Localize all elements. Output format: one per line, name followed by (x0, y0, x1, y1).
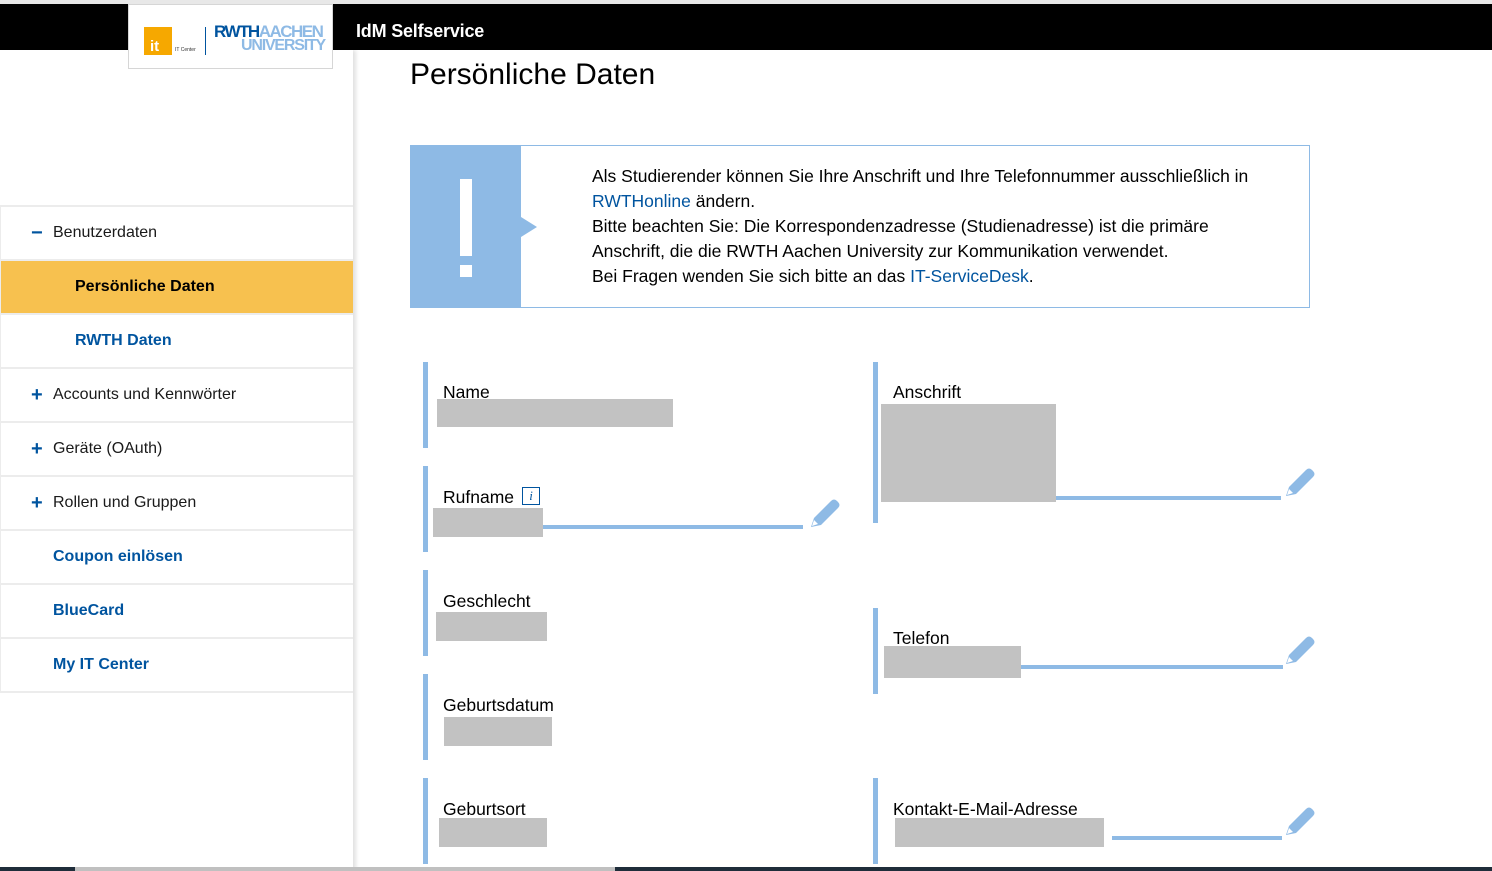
field-value-redacted (444, 717, 552, 746)
info-icon[interactable]: i (522, 487, 541, 505)
field-value-redacted (433, 508, 543, 537)
sidebar-item-accounts-kennwoerter[interactable]: + Accounts und Kennwörter (0, 369, 353, 423)
sidebar-item-rwth-daten[interactable]: RWTH Daten (0, 315, 353, 369)
field-geburtsdatum: Geburtsdatum (423, 674, 823, 760)
field-label: Rufname i (443, 487, 541, 508)
rufname-edit-underline (543, 525, 803, 529)
it-center-logo-text: IT Center (175, 47, 196, 53)
sidebar-item-label: RWTH Daten (75, 332, 172, 349)
alert-message: Als Studierender können Sie Ihre Anschri… (592, 166, 1249, 286)
sidebar-item-label: Benutzerdaten (53, 224, 158, 241)
it-servicedesk-link[interactable]: IT-ServiceDesk (910, 266, 1029, 286)
rufname-edit-pencil-icon[interactable] (803, 493, 843, 533)
field-label: Geburtsort (443, 799, 526, 819)
sidebar-item-label: Geräte (OAuth) (53, 440, 163, 457)
sidebar-item-label: Rollen und Gruppen (53, 494, 197, 511)
field-rufname: Rufname i (423, 466, 843, 552)
sidebar-item-label: Coupon einlösen (53, 548, 183, 565)
sidebar-item-label: Accounts und Kennwörter (53, 386, 237, 403)
field-geschlecht: Geschlecht (423, 570, 823, 656)
scrollbar-thumb[interactable] (75, 867, 615, 871)
field-anschrift: Anschrift (873, 362, 1323, 523)
sidebar: − Benutzerdaten Persönliche Daten RWTH D… (0, 50, 353, 871)
field-geburtsort: Geburtsort (423, 778, 823, 864)
field-name: Name (423, 362, 823, 448)
collapse-minus-icon: − (31, 222, 43, 244)
sidebar-item-geraete-oauth[interactable]: + Geräte (OAuth) (0, 423, 353, 477)
sidebar-item-rollen-gruppen[interactable]: + Rollen und Gruppen (0, 477, 353, 531)
rwth-itcenter-logo[interactable]: it IT Center RWTHAACHEN UNIVERSITY (128, 4, 333, 69)
telefon-edit-pencil-icon[interactable] (1278, 630, 1318, 670)
field-value-redacted (436, 612, 547, 641)
sidebar-item-bluecard[interactable]: BlueCard (0, 585, 353, 639)
field-value-redacted (437, 399, 673, 427)
anschrift-edit-pencil-icon[interactable] (1278, 462, 1318, 502)
sidebar-item-label: BlueCard (53, 602, 125, 619)
field-value-redacted (439, 818, 547, 847)
exclamation-icon (411, 146, 537, 307)
field-label: Geschlecht (443, 591, 531, 611)
university-logo-text: UNIVERSITY (241, 37, 326, 54)
app-title: IdM Selfservice (356, 21, 485, 41)
logo-divider (205, 27, 206, 55)
field-label: Kontakt-E-Mail-Adresse (893, 799, 1078, 819)
field-value-redacted (884, 646, 1021, 678)
horizontal-scrollbar[interactable] (0, 867, 1492, 871)
field-telefon: Telefon (873, 608, 1323, 694)
field-value-redacted (881, 404, 1056, 502)
sidebar-item-my-it-center[interactable]: My IT Center (0, 639, 353, 693)
field-value-redacted (895, 818, 1104, 847)
sidebar-item-persoenliche-daten[interactable]: Persönliche Daten (0, 261, 353, 315)
rwthonline-link[interactable]: RWTHonline (592, 191, 691, 211)
sidebar-item-benutzerdaten[interactable]: − Benutzerdaten (0, 207, 353, 261)
expand-plus-icon: + (31, 492, 43, 514)
email-edit-underline (1112, 836, 1282, 840)
field-kontakt-email: Kontakt-E-Mail-Adresse (873, 778, 1323, 864)
it-center-logo-mark: it (144, 27, 172, 55)
sidebar-item-coupon-einloesen[interactable]: Coupon einlösen (0, 531, 353, 585)
info-alert: Als Studierender können Sie Ihre Anschri… (410, 145, 1310, 308)
anschrift-edit-underline (1056, 496, 1281, 500)
field-label: Anschrift (893, 382, 962, 402)
expand-plus-icon: + (31, 438, 43, 460)
expand-plus-icon: + (31, 384, 43, 406)
email-edit-pencil-icon[interactable] (1278, 801, 1318, 841)
sidebar-item-label: Persönliche Daten (75, 278, 215, 295)
field-label: Geburtsdatum (443, 695, 554, 715)
sidebar-item-label: My IT Center (53, 656, 150, 673)
page-title: Persönliche Daten (410, 58, 656, 91)
main-content: Persönliche Daten Als Studierender könne… (355, 50, 1492, 871)
sidebar-nav: − Benutzerdaten Persönliche Daten RWTH D… (0, 205, 353, 693)
telefon-edit-underline (1021, 665, 1283, 669)
